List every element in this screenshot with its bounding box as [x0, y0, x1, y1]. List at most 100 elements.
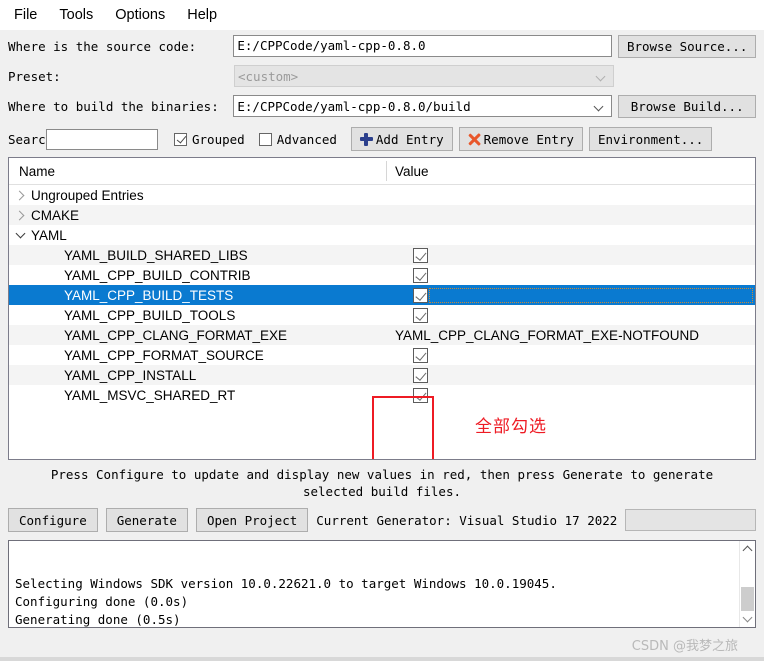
advanced-label: Advanced	[276, 131, 337, 147]
search-input[interactable]	[46, 128, 158, 150]
annotation-note: 全部勾选	[475, 417, 547, 437]
value-checkbox-icon[interactable]	[413, 307, 428, 323]
table-cell-value[interactable]	[387, 247, 755, 263]
output-console[interactable]: Selecting Windows SDK version 10.0.22621…	[8, 540, 756, 628]
open-project-button[interactable]: Open Project	[195, 508, 309, 532]
value-checkbox-icon[interactable]	[413, 267, 428, 283]
table-cell-value[interactable]	[387, 287, 755, 303]
table-cell-value[interactable]	[387, 387, 755, 403]
table-row-label: YAML_CPP_FORMAT_SOURCE	[64, 347, 264, 363]
environment-button[interactable]: Environment...	[588, 127, 713, 151]
table-row[interactable]: YAML_BUILD_SHARED_LIBS	[9, 245, 755, 265]
search-label: Search:	[8, 131, 61, 147]
preset-row: Preset: <custom>	[8, 62, 756, 90]
table-cell-name: YAML_CPP_BUILD_TOOLS	[9, 308, 387, 323]
browse-source-button[interactable]: Browse Source...	[618, 34, 756, 58]
table-cell-value[interactable]	[387, 367, 755, 383]
chevron-down-icon[interactable]	[9, 233, 31, 237]
build-path-input[interactable]: E:/CPPCode/yaml-cpp-0.8.0/build	[233, 95, 613, 117]
table-cell-value[interactable]: YAML_CPP_CLANG_FORMAT_EXE-NOTFOUND	[387, 328, 755, 343]
build-path-value: E:/CPPCode/yaml-cpp-0.8.0/build	[237, 98, 471, 114]
remove-entry-button[interactable]: Remove Entry	[458, 127, 583, 151]
value-checkbox-icon[interactable]	[413, 387, 428, 403]
preset-select[interactable]: <custom>	[234, 65, 614, 87]
value-checkbox-icon[interactable]	[413, 347, 428, 363]
browse-build-button[interactable]: Browse Build...	[618, 94, 756, 118]
chevron-right-icon[interactable]	[9, 192, 31, 199]
cross-icon	[468, 133, 481, 146]
search-toolbar: Search: Grouped Advanced Add Entry Remov…	[8, 124, 756, 154]
menu-item-tools[interactable]: Tools	[53, 5, 103, 26]
table-row[interactable]: YAML_CPP_CLANG_FORMAT_EXE YAML_CPP_CLANG_…	[9, 325, 755, 345]
generate-button[interactable]: Generate	[105, 508, 188, 532]
output-scrollbar[interactable]	[739, 541, 755, 627]
table-body: Ungrouped Entries CMAKE YAML YAML_BUILD_SHA…	[9, 185, 755, 405]
column-header-name[interactable]: Name	[9, 161, 387, 181]
add-entry-button[interactable]: Add Entry	[350, 127, 453, 151]
current-generator-label: Current Generator: Visual Studio 17 2022	[316, 512, 618, 528]
table-row[interactable]: Ungrouped Entries	[9, 185, 755, 205]
scrollbar-thumb[interactable]	[741, 587, 754, 611]
table-row[interactable]: YAML_CPP_FORMAT_SOURCE	[9, 345, 755, 365]
source-row: Where is the source code: E:/CPPCode/yam…	[8, 32, 756, 60]
remove-entry-label: Remove Entry	[483, 131, 574, 147]
table-row[interactable]: YAML_CPP_BUILD_CONTRIB	[9, 265, 755, 285]
table-cell-name: Ungrouped Entries	[9, 188, 387, 203]
table-cell-name: YAML_CPP_BUILD_TESTS	[9, 288, 387, 303]
preset-label: Preset:	[8, 68, 61, 84]
table-cell-name: YAML_MSVC_SHARED_RT	[9, 388, 387, 403]
table-cell-value[interactable]	[387, 347, 755, 363]
configure-button[interactable]: Configure	[8, 508, 98, 532]
grouped-label: Grouped	[192, 131, 245, 147]
table-row[interactable]: YAML_CPP_BUILD_TOOLS	[9, 305, 755, 325]
menu-bar: File Tools Options Help	[0, 0, 764, 30]
table-row[interactable]: YAML_MSVC_SHARED_RT	[9, 385, 755, 405]
table-header: Name Value	[9, 158, 755, 185]
value-checkbox-icon[interactable]	[413, 367, 428, 383]
table-row[interactable]: YAML_CPP_INSTALL	[9, 365, 755, 385]
chevron-down-icon[interactable]	[594, 100, 606, 112]
table-row[interactable]: YAML	[9, 225, 755, 245]
menu-item-file[interactable]: File	[8, 5, 47, 26]
table-cell-name: YAML_BUILD_SHARED_LIBS	[9, 248, 387, 263]
table-cell-name: YAML_CPP_FORMAT_SOURCE	[9, 348, 387, 363]
checkbox-icon[interactable]	[258, 132, 272, 146]
cache-entries-table[interactable]: Name Value Ungrouped Entries CMAKE YAML YAM…	[8, 157, 756, 460]
checkbox-icon[interactable]	[174, 132, 187, 146]
table-cell-name: YAML	[9, 228, 387, 243]
value-checkbox-icon[interactable]	[413, 287, 428, 303]
plus-icon	[359, 132, 373, 146]
table-row-label: YAML_CPP_INSTALL	[64, 367, 197, 383]
chevron-right-icon[interactable]	[9, 212, 31, 219]
scroll-down-arrow-icon[interactable]	[740, 610, 755, 626]
table-row-label: Ungrouped Entries	[31, 187, 144, 203]
table-row-label: YAML_CPP_BUILD_TOOLS	[64, 307, 236, 323]
grouped-checkbox[interactable]: Grouped	[174, 132, 245, 147]
menu-item-options[interactable]: Options	[109, 5, 175, 26]
table-row[interactable]: YAML_CPP_BUILD_TESTS	[9, 285, 755, 305]
table-row[interactable]: CMAKE	[9, 205, 755, 225]
table-cell-name: YAML_CPP_BUILD_CONTRIB	[9, 268, 387, 283]
table-row-label: YAML_MSVC_SHARED_RT	[64, 387, 236, 403]
table-row-label: YAML_CPP_BUILD_CONTRIB	[64, 267, 251, 283]
build-row: Where to build the binaries: E:/CPPCode/…	[8, 92, 756, 120]
hint-text: Press Configure to update and display ne…	[8, 466, 756, 500]
value-text: YAML_CPP_CLANG_FORMAT_EXE-NOTFOUND	[395, 327, 700, 343]
table-cell-name: CMAKE	[9, 208, 387, 223]
scroll-up-arrow-icon[interactable]	[740, 541, 755, 557]
table-cell-value[interactable]	[387, 307, 755, 323]
table-row-label: YAML_CPP_CLANG_FORMAT_EXE	[64, 327, 288, 343]
table-row-label: YAML_BUILD_SHARED_LIBS	[64, 247, 248, 263]
value-checkbox-icon[interactable]	[413, 247, 428, 263]
table-cell-value[interactable]	[387, 267, 755, 283]
column-header-value[interactable]: Value	[387, 161, 755, 181]
source-path-input[interactable]: E:/CPPCode/yaml-cpp-0.8.0	[233, 35, 613, 57]
menu-item-help[interactable]: Help	[181, 5, 227, 26]
main-panel: Where is the source code: E:/CPPCode/yam…	[0, 32, 764, 532]
advanced-checkbox[interactable]: Advanced	[258, 131, 337, 147]
watermark: CSDN @我梦之旅	[631, 639, 738, 654]
action-row: Configure Generate Open Project Current …	[8, 508, 756, 532]
output-console-text: Selecting Windows SDK version 10.0.22621…	[15, 576, 557, 627]
table-cell-name: YAML_CPP_CLANG_FORMAT_EXE	[9, 328, 387, 343]
hint-line-2: selected build files.	[302, 484, 462, 499]
